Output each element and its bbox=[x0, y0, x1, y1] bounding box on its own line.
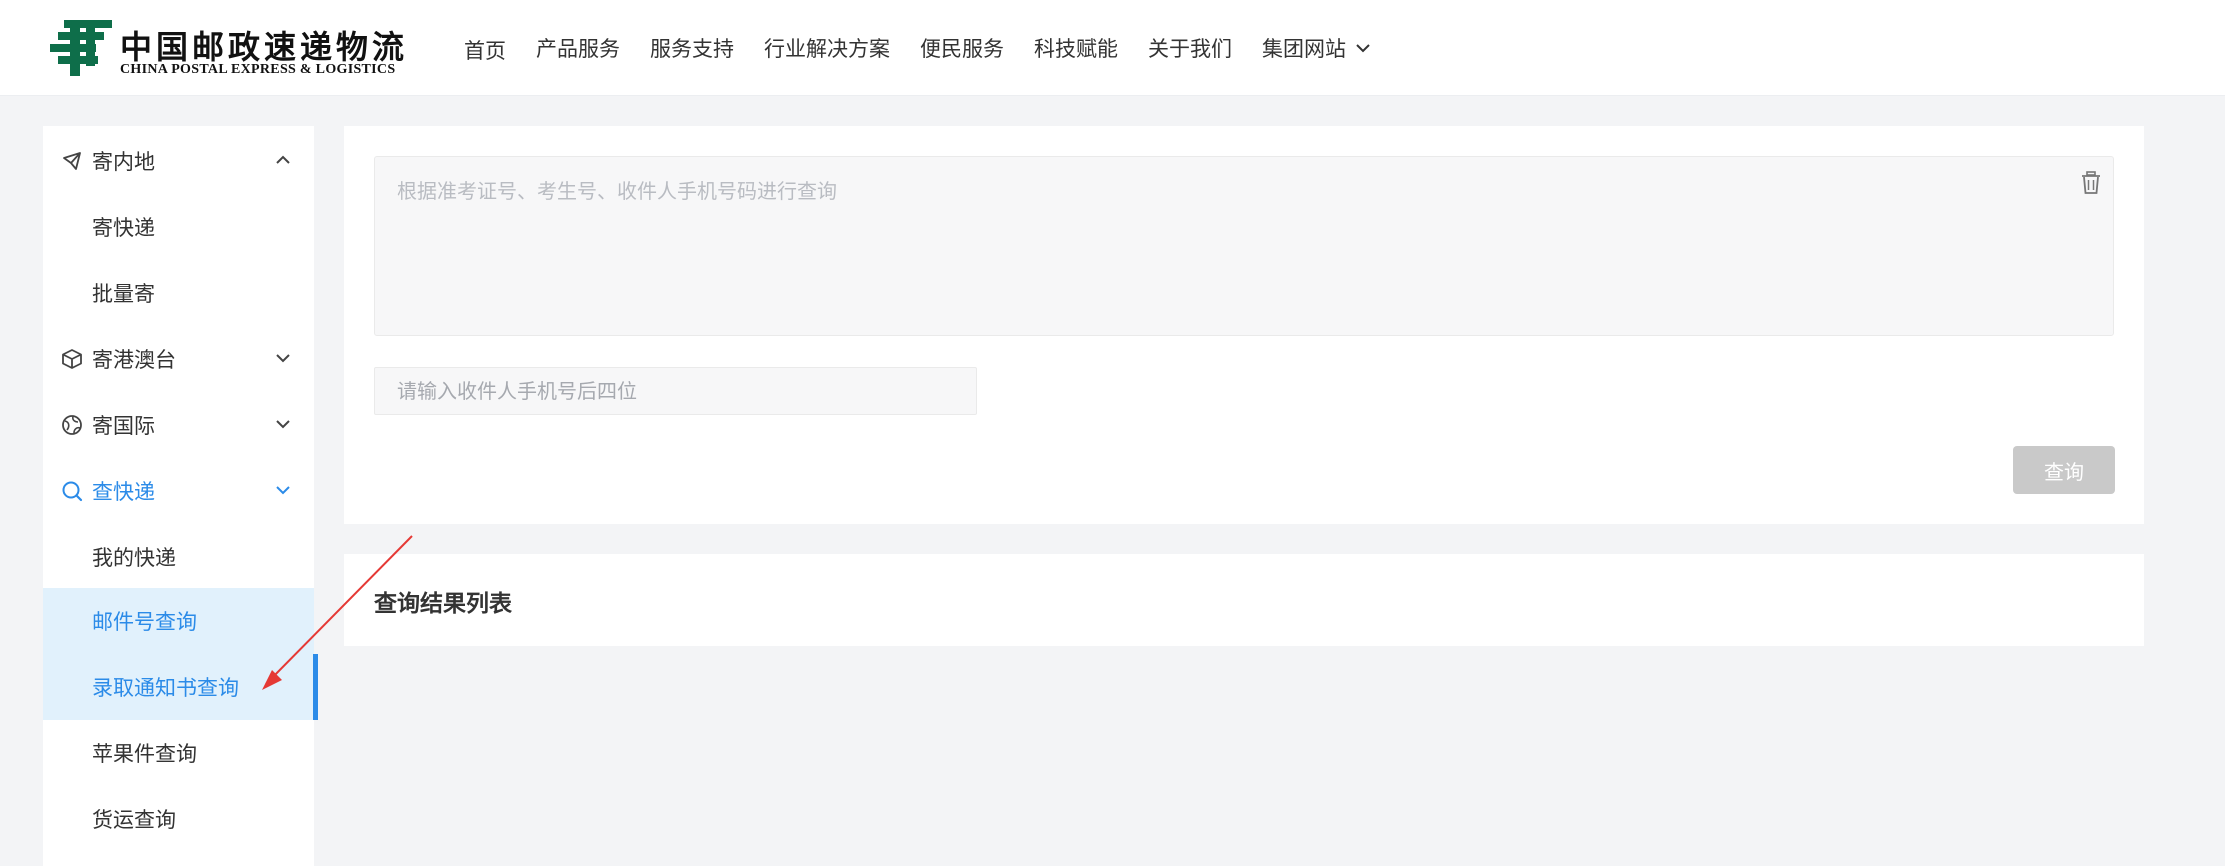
sidebar-group-international[interactable]: 寄国际 bbox=[43, 392, 314, 458]
nav-about[interactable]: 关于我们 bbox=[1148, 33, 1232, 63]
nav-convenience[interactable]: 便民服务 bbox=[920, 33, 1004, 63]
query-keywords-textarea[interactable] bbox=[375, 157, 2113, 335]
sidebar-item-label: 邮件号查询 bbox=[92, 610, 197, 634]
sidebar-item-label: 批量寄 bbox=[92, 282, 155, 306]
send-plane-icon bbox=[63, 152, 81, 170]
logo-english-name: CHINA POSTAL EXPRESS & LOGISTICS bbox=[120, 62, 396, 77]
chevron-up-icon bbox=[276, 155, 290, 164]
query-textarea-box bbox=[374, 156, 2114, 336]
sidebar-item-freight-query[interactable]: 货运查询 bbox=[43, 786, 314, 852]
main-nav: 首页 产品服务 服务支持 行业解决方案 便民服务 科技赋能 关于我们 集团网站 bbox=[464, 0, 1400, 96]
sidebar-item-admission-letter-query[interactable]: 录取通知书查询 bbox=[43, 654, 318, 720]
site-logo[interactable]: 中国邮政速递物流 CHINA POSTAL EXPRESS & LOGISTIC… bbox=[50, 18, 404, 80]
sidebar-item-label: 我的快递 bbox=[92, 546, 176, 570]
query-submit-button[interactable]: 查询 bbox=[2013, 446, 2115, 494]
sidebar-group-label: 寄国际 bbox=[92, 414, 155, 438]
sidebar-item-tracking-number-query[interactable]: 邮件号查询 bbox=[43, 588, 314, 654]
box-icon bbox=[62, 349, 82, 369]
nav-group-sites[interactable]: 集团网站 bbox=[1262, 33, 1370, 63]
sidebar-item-my-express[interactable]: 我的快递 bbox=[43, 524, 314, 590]
chevron-down-icon bbox=[276, 486, 290, 495]
sidebar-item-label: 录取通知书查询 bbox=[92, 676, 239, 700]
sidebar-group-track[interactable]: 查快递 bbox=[43, 458, 314, 524]
sidebar-group-label: 寄港澳台 bbox=[92, 348, 176, 372]
results-title: 查询结果列表 bbox=[374, 591, 512, 617]
sidebar-group-domestic[interactable]: 寄内地 bbox=[43, 128, 314, 194]
sidebar-item-label: 货运查询 bbox=[92, 808, 176, 832]
sidebar-item-apple-parcel-query[interactable]: 苹果件查询 bbox=[43, 720, 314, 786]
trash-icon[interactable] bbox=[2081, 171, 2101, 195]
results-panel: 查询结果列表 bbox=[344, 554, 2144, 646]
sidebar: 寄内地 寄快递 批量寄 寄港澳台 寄国际 查快递 我的快递 邮件号查询 录取通知… bbox=[43, 126, 318, 866]
phone-last-four-input[interactable] bbox=[374, 367, 977, 415]
nav-solutions[interactable]: 行业解决方案 bbox=[764, 33, 890, 63]
nav-technology[interactable]: 科技赋能 bbox=[1034, 33, 1118, 63]
search-icon bbox=[62, 481, 83, 502]
nav-home[interactable]: 首页 bbox=[464, 31, 506, 65]
chevron-down-icon bbox=[276, 354, 290, 363]
globe-icon bbox=[62, 415, 82, 435]
nav-products[interactable]: 产品服务 bbox=[536, 33, 620, 63]
site-header: 中国邮政速递物流 CHINA POSTAL EXPRESS & LOGISTIC… bbox=[0, 0, 2225, 96]
sidebar-item-label: 苹果件查询 bbox=[92, 742, 197, 766]
sidebar-group-hk-macao-taiwan[interactable]: 寄港澳台 bbox=[43, 326, 314, 392]
nav-group-sites-label: 集团网站 bbox=[1262, 37, 1346, 61]
china-post-logo-icon bbox=[50, 20, 112, 76]
sidebar-item-send-express[interactable]: 寄快递 bbox=[43, 194, 314, 260]
sidebar-item-batch-send[interactable]: 批量寄 bbox=[43, 260, 314, 326]
chevron-down-icon bbox=[276, 420, 290, 429]
sidebar-item-label: 寄快递 bbox=[92, 216, 155, 240]
sidebar-group-label: 寄内地 bbox=[92, 150, 155, 174]
chevron-down-icon bbox=[1356, 43, 1370, 52]
sidebar-group-label: 查快递 bbox=[92, 480, 155, 504]
query-panel: 查询 bbox=[344, 126, 2144, 524]
nav-support[interactable]: 服务支持 bbox=[650, 33, 734, 63]
